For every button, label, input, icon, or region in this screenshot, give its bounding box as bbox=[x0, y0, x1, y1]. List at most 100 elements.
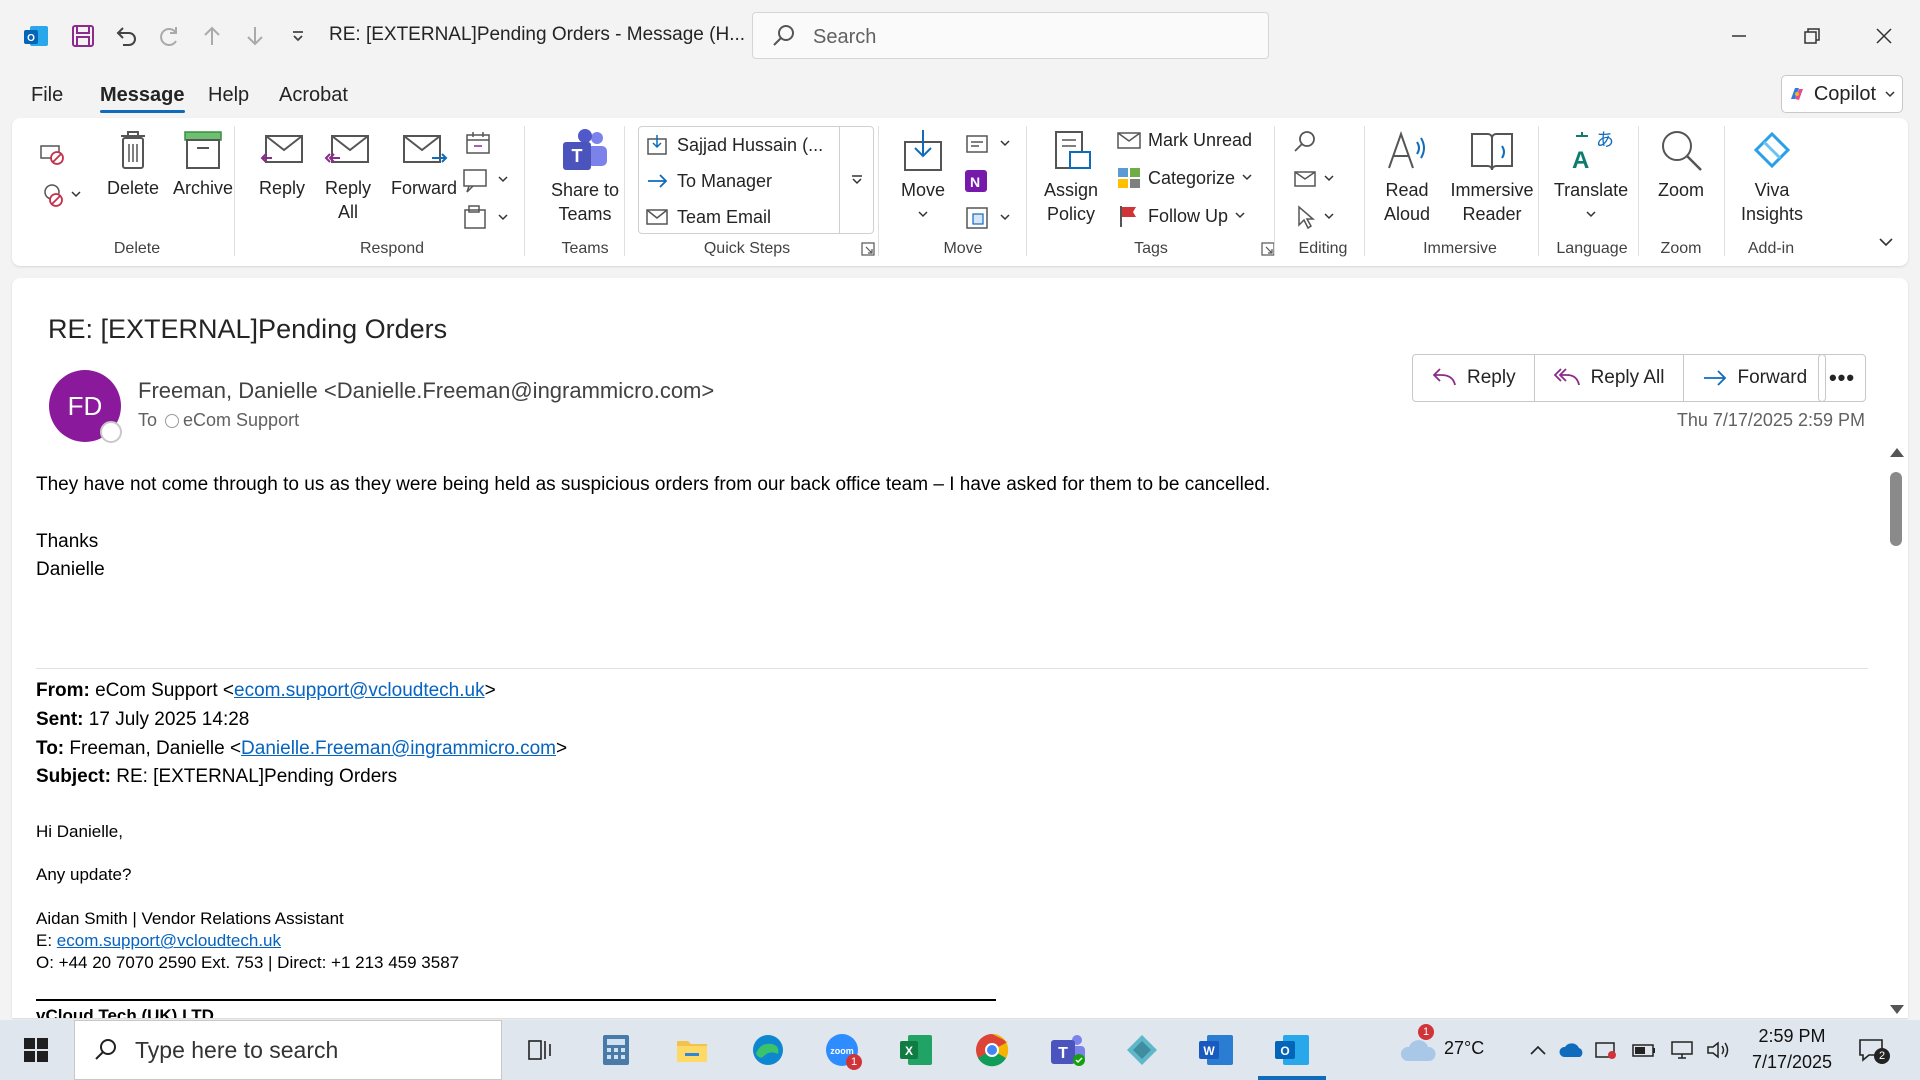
battery-tray[interactable] bbox=[1630, 1030, 1658, 1070]
arrow-down-icon[interactable] bbox=[239, 20, 271, 52]
ribbon-collapse-button[interactable] bbox=[1876, 236, 1896, 252]
im-reply-button[interactable] bbox=[458, 166, 518, 198]
svg-text:N: N bbox=[970, 174, 980, 190]
quick-step-label: Sajjad Hussain (... bbox=[677, 134, 824, 155]
tab-help[interactable]: Help bbox=[208, 84, 249, 107]
edge-app[interactable] bbox=[748, 1030, 788, 1070]
tab-acrobat[interactable]: Acrobat bbox=[279, 84, 348, 107]
reply-all-button[interactable]: Reply All bbox=[1535, 355, 1684, 401]
forward-button[interactable]: Forward bbox=[384, 128, 464, 200]
excel-app[interactable]: X bbox=[896, 1030, 936, 1070]
tab-message[interactable]: Message bbox=[100, 84, 185, 113]
security-tray[interactable] bbox=[1592, 1030, 1620, 1070]
clock-date[interactable]: 7/17/2025 bbox=[1744, 1052, 1840, 1073]
reply-button[interactable]: Reply bbox=[250, 128, 314, 200]
select-button[interactable] bbox=[1290, 204, 1340, 234]
scroll-thumb[interactable] bbox=[1890, 472, 1902, 546]
tab-file[interactable]: File bbox=[31, 84, 63, 107]
read-aloud-button[interactable]: Read Aloud bbox=[1374, 128, 1440, 226]
customize-toolbar-icon[interactable] bbox=[282, 20, 314, 52]
actions-button[interactable] bbox=[960, 204, 1020, 236]
network-icon bbox=[1671, 1041, 1693, 1059]
notification-center-button[interactable]: 2 bbox=[1854, 1030, 1890, 1070]
save-icon[interactable] bbox=[67, 20, 99, 52]
translate-button[interactable]: あA Translate bbox=[1546, 128, 1636, 226]
delete-button[interactable]: Delete bbox=[98, 128, 168, 200]
recipient-name[interactable]: eCom Support bbox=[183, 410, 299, 431]
teams-app[interactable]: T bbox=[1048, 1030, 1088, 1070]
close-button[interactable] bbox=[1864, 18, 1904, 54]
word-icon: W bbox=[1199, 1035, 1233, 1065]
related-button[interactable] bbox=[1290, 166, 1340, 196]
onenote-button[interactable]: N bbox=[960, 166, 990, 198]
cleanup-button[interactable] bbox=[32, 180, 92, 214]
group-immersive-label: Immersive bbox=[1423, 240, 1497, 257]
more-respond-button[interactable] bbox=[458, 204, 518, 236]
network-tray[interactable] bbox=[1668, 1030, 1696, 1070]
immersive-reader-button[interactable]: Immersive Reader bbox=[1442, 128, 1542, 226]
find-button[interactable] bbox=[1290, 128, 1320, 160]
scroll-up-arrow[interactable] bbox=[1890, 448, 1904, 457]
outlook-app[interactable]: O bbox=[1258, 1030, 1326, 1080]
from-email-link[interactable]: ecom.support@vcloudtech.uk bbox=[234, 680, 485, 701]
scroll-down-arrow[interactable] bbox=[1890, 1005, 1904, 1014]
categorize-button[interactable]: Categorize bbox=[1116, 166, 1253, 190]
weather-temperature[interactable]: 27°C bbox=[1444, 1038, 1484, 1059]
copilot-button[interactable]: Copilot bbox=[1781, 75, 1903, 113]
start-button[interactable] bbox=[16, 1030, 56, 1070]
share-to-teams-button[interactable]: T Share to Teams bbox=[534, 128, 636, 226]
search-input[interactable]: Search bbox=[752, 12, 1269, 59]
quick-step-team-email[interactable]: Team Email bbox=[645, 205, 771, 229]
ignore-button[interactable] bbox=[32, 140, 72, 172]
meeting-reply-button[interactable] bbox=[458, 130, 498, 160]
task-view-button[interactable] bbox=[520, 1030, 560, 1070]
group-tags-label: Tags bbox=[1134, 240, 1168, 257]
redo-icon[interactable] bbox=[153, 20, 185, 52]
viva-insights-button[interactable]: Viva Insights bbox=[1732, 128, 1812, 226]
taskbar-search-input[interactable]: Type here to search bbox=[74, 1020, 502, 1080]
follow-up-button[interactable]: Follow Up bbox=[1116, 204, 1246, 228]
file-explorer-app[interactable] bbox=[672, 1030, 712, 1070]
quoted-to: To: Freeman, Danielle <Danielle.Freeman@… bbox=[36, 738, 567, 760]
onedrive-tray[interactable] bbox=[1558, 1030, 1586, 1070]
ribbon-separator bbox=[1026, 126, 1027, 256]
word-app[interactable]: W bbox=[1196, 1030, 1236, 1070]
reply-label: Reply bbox=[258, 178, 306, 198]
archive-button[interactable]: Archive bbox=[168, 128, 238, 200]
assign-policy-button[interactable]: Assign Policy bbox=[1036, 128, 1106, 226]
immersive-reader-icon bbox=[1471, 133, 1513, 171]
outlook-app-icon[interactable]: O bbox=[20, 20, 52, 52]
quick-step-sajjad[interactable]: Sajjad Hussain (... bbox=[645, 133, 823, 157]
zoom-app[interactable]: zoom 1 bbox=[822, 1030, 862, 1070]
dialog-launcher-icon bbox=[1261, 242, 1275, 256]
rules-button[interactable] bbox=[960, 130, 1020, 162]
move-button[interactable]: Move bbox=[888, 128, 958, 226]
arrow-up-icon[interactable] bbox=[196, 20, 228, 52]
volume-tray[interactable] bbox=[1704, 1030, 1732, 1070]
reply-all-button[interactable]: Reply All bbox=[316, 128, 380, 224]
chrome-app[interactable] bbox=[972, 1030, 1012, 1070]
minimize-button[interactable] bbox=[1719, 18, 1759, 54]
quick-steps-more-button[interactable] bbox=[839, 127, 873, 233]
sender-name[interactable]: Freeman, Danielle <Danielle.Freeman@ingr… bbox=[138, 378, 714, 404]
restore-button[interactable] bbox=[1792, 18, 1832, 54]
undo-icon[interactable] bbox=[110, 20, 142, 52]
vertical-scrollbar[interactable] bbox=[1882, 448, 1908, 1018]
show-hidden-icons[interactable] bbox=[1524, 1030, 1552, 1070]
quick-steps-launcher[interactable] bbox=[860, 242, 876, 260]
signature-email-link[interactable]: ecom.support@vcloudtech.uk bbox=[57, 931, 281, 950]
more-actions-button[interactable]: ••• bbox=[1818, 354, 1866, 402]
excel-icon: X bbox=[900, 1035, 932, 1065]
calculator-app[interactable] bbox=[596, 1030, 636, 1070]
presence-status-icon bbox=[100, 421, 122, 443]
mark-unread-button[interactable]: Mark Unread bbox=[1116, 128, 1252, 152]
azure-data-studio-app[interactable] bbox=[1122, 1030, 1162, 1070]
to-email-link[interactable]: Danielle.Freeman@ingrammicro.com bbox=[241, 738, 556, 759]
zoom-button[interactable]: Zoom bbox=[1648, 128, 1714, 202]
quick-step-to-manager[interactable]: To Manager bbox=[645, 169, 772, 193]
reply-button[interactable]: Reply bbox=[1413, 355, 1535, 401]
clock-time[interactable]: 2:59 PM bbox=[1752, 1026, 1832, 1047]
weather-widget[interactable]: 1 bbox=[1398, 1024, 1438, 1070]
forward-button[interactable]: Forward bbox=[1684, 355, 1826, 401]
quoted-from: From: eCom Support <ecom.support@vcloudt… bbox=[36, 680, 496, 702]
